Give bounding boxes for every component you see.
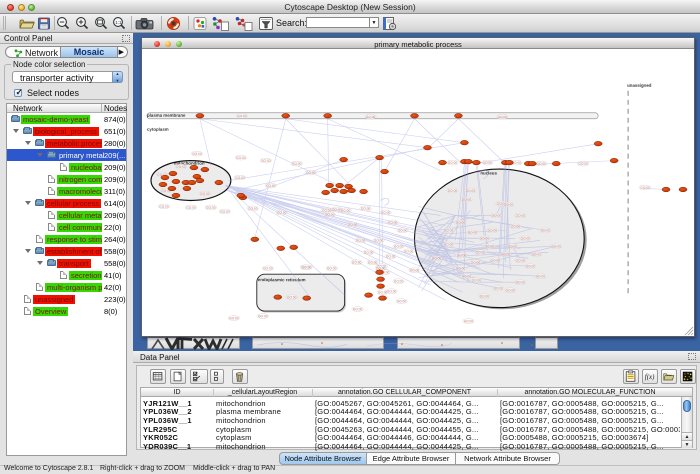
svg-text:GO:00: GO:00 [200,192,210,196]
svg-text:GO:00: GO:00 [325,213,335,217]
svg-text:GO:00: GO:00 [302,265,312,269]
svg-text:GO:00: GO:00 [398,229,408,233]
svg-text:GO:00: GO:00 [404,249,414,253]
svg-text:GO:00: GO:00 [468,231,478,235]
svg-text:GO:00: GO:00 [456,266,466,270]
svg-text:GO:00: GO:00 [480,237,490,241]
svg-text:GO:00: GO:00 [471,260,481,264]
svg-text:GO:00: GO:00 [494,286,504,290]
svg-text:GO:00: GO:00 [537,162,547,166]
svg-text:GO:00: GO:00 [374,239,384,243]
svg-text:GO:00: GO:00 [176,165,186,169]
svg-text:GO:00: GO:00 [504,203,514,207]
svg-text:GO:00: GO:00 [348,223,358,227]
svg-text:GO:00: GO:00 [579,162,589,166]
svg-text:GO:00: GO:00 [541,229,551,233]
svg-text:GO:00: GO:00 [476,250,486,254]
svg-text:GO:00: GO:00 [448,161,458,165]
svg-text:GO:00: GO:00 [457,253,467,257]
svg-text:GO:00: GO:00 [640,186,650,190]
svg-text:GO:00: GO:00 [258,314,268,318]
svg-text:GO:00: GO:00 [159,205,169,209]
svg-text:GO:00: GO:00 [248,207,258,211]
svg-text:GO:00: GO:00 [492,214,502,218]
svg-text:GO:00: GO:00 [353,307,363,311]
svg-text:cytoplasm: cytoplasm [147,127,169,132]
svg-text:GO:00: GO:00 [444,229,454,233]
svg-text:GO:00: GO:00 [516,214,526,218]
svg-text:GO:00: GO:00 [287,295,297,299]
svg-text:GO:00: GO:00 [356,239,366,243]
svg-text:GO:00: GO:00 [263,266,273,270]
svg-text:GO:00: GO:00 [306,171,316,175]
svg-text:GO:00: GO:00 [381,211,391,215]
svg-text:GO:00: GO:00 [501,252,511,256]
svg-text:GO:00: GO:00 [266,184,276,188]
svg-text:GO:00: GO:00 [394,245,404,249]
svg-text:GO:00: GO:00 [364,250,374,254]
svg-text:GO:00: GO:00 [511,225,521,229]
svg-text:GO:00: GO:00 [456,221,466,225]
svg-text:GO:00: GO:00 [462,198,472,202]
svg-text:GO:00: GO:00 [552,245,562,249]
svg-text:GO:00: GO:00 [508,245,518,249]
svg-text:GO:00: GO:00 [480,294,490,298]
svg-text:GO:00: GO:00 [192,152,202,156]
svg-text:GO:00: GO:00 [498,115,508,119]
svg-text:GO:00: GO:00 [483,161,493,165]
svg-text:GO:00: GO:00 [521,237,531,241]
svg-text:GO:00: GO:00 [366,115,376,119]
svg-text:GO:00: GO:00 [235,176,245,180]
svg-text:GO:00: GO:00 [277,211,287,215]
svg-text:GO:00: GO:00 [261,159,271,163]
svg-text:GO:00: GO:00 [220,210,230,214]
svg-text:GO:00: GO:00 [237,114,247,118]
svg-text:GO:00: GO:00 [485,245,495,249]
svg-text:GO:00: GO:00 [397,299,407,303]
svg-text:GO:00: GO:00 [361,207,371,211]
svg-text:GO:00: GO:00 [466,189,476,193]
svg-text:GO:00: GO:00 [229,316,239,320]
svg-text:unassigned: unassigned [627,83,652,88]
svg-text:GO:00: GO:00 [410,268,420,272]
svg-text:GO:00: GO:00 [236,156,246,160]
svg-text:GO:00: GO:00 [378,290,388,294]
svg-text:GO:00: GO:00 [386,254,396,258]
svg-text:GO:00: GO:00 [516,258,526,262]
svg-text:GO:00: GO:00 [292,162,302,166]
svg-text:GO:00: GO:00 [491,258,501,262]
svg-text:GO:00: GO:00 [186,206,196,210]
svg-text:GO:00: GO:00 [516,280,526,284]
svg-text:GO:00: GO:00 [432,256,442,260]
svg-text:GO:00: GO:00 [206,206,216,210]
svg-text:GO:00: GO:00 [488,229,498,233]
svg-text:GO:00: GO:00 [327,266,337,270]
svg-text:GO:00: GO:00 [388,221,398,225]
svg-text:GO:00: GO:00 [394,279,404,283]
svg-text:GO:00: GO:00 [526,264,536,268]
svg-text:1:1: 1:1 [115,20,122,25]
svg-text:GO:00: GO:00 [464,319,474,323]
svg-text:GO:00: GO:00 [341,209,351,213]
svg-text:plasma membrane: plasma membrane [147,113,186,118]
svg-text:f(x): f(x) [645,374,655,381]
svg-text:GO:00: GO:00 [536,274,546,278]
svg-text:GO:00: GO:00 [472,278,482,282]
svg-text:GO:00: GO:00 [444,243,454,247]
svg-text:GO:00: GO:00 [448,189,458,193]
svg-text:GO:00: GO:00 [352,260,362,264]
svg-text:GO:00: GO:00 [532,252,542,256]
svg-text:GO:00: GO:00 [506,288,516,292]
svg-text:GO:00: GO:00 [462,274,472,278]
svg-text:nucleus: nucleus [480,171,497,176]
